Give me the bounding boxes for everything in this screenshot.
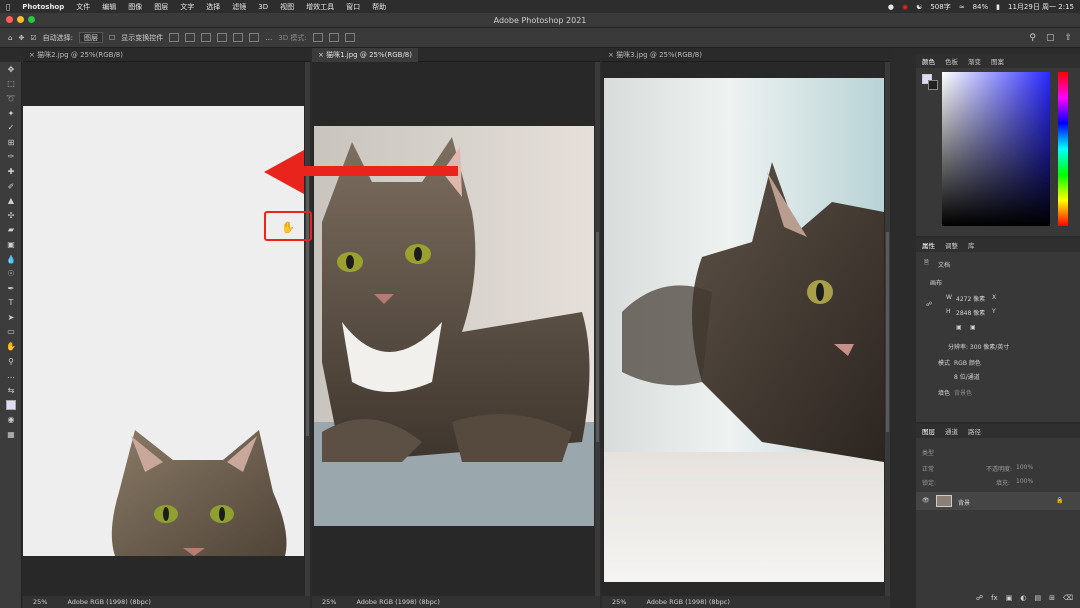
tab-swatches[interactable]: 色板 — [945, 56, 958, 66]
tab-color[interactable]: 颜色 — [922, 56, 935, 66]
link-layers-icon[interactable]: ☍ — [976, 594, 983, 602]
width-label: W — [946, 294, 952, 301]
fill-field[interactable]: 100% — [1016, 478, 1033, 485]
x-label: X — [992, 294, 997, 301]
doc-label: 文档 — [938, 262, 951, 269]
portrait-icon[interactable]: ▣ — [956, 324, 962, 331]
lock-label: 锁定: — [922, 480, 937, 487]
fill-label: 填充: — [996, 480, 1011, 487]
background-swatch[interactable] — [928, 80, 938, 90]
tab-libraries[interactable]: 库 — [968, 240, 975, 250]
eye-icon[interactable]: 👁 — [922, 497, 930, 504]
landscape-icon[interactable]: ▣ — [970, 324, 976, 331]
layer-filter-dropdown[interactable]: 类型 — [922, 448, 934, 457]
layers-panel: 图层 通道 路径 类型 正常 不透明度: 100% 锁定: 填充: 100% 👁… — [916, 424, 1080, 608]
resolution-text: 分辨率: 300 像素/英寸 — [948, 344, 1010, 351]
layer-row[interactable]: 👁 背景 🔒 — [916, 492, 1080, 510]
tab-adjustments[interactable]: 调整 — [945, 240, 958, 250]
canvas-label: 画布 — [930, 280, 943, 287]
tab-channels[interactable]: 通道 — [945, 426, 958, 436]
tab-paths[interactable]: 路径 — [968, 426, 981, 436]
properties-panel: 属性 调整 库 🗎 文档 画布 W 4272 像素 X H 2848 像素 Y … — [916, 238, 1080, 422]
drag-direction-arrow — [264, 150, 458, 194]
lock-icon[interactable]: 🔒 — [1056, 497, 1063, 504]
link-icon[interactable]: ☍ — [926, 301, 932, 308]
tab-properties[interactable]: 属性 — [922, 240, 935, 250]
adjustment-icon[interactable]: ◐ — [1020, 594, 1026, 602]
height-label: H — [946, 308, 951, 315]
blend-mode-dropdown[interactable]: 正常 — [922, 464, 934, 473]
fill-label: 填色 — [938, 390, 951, 397]
height-field[interactable]: 2848 像素 — [956, 308, 985, 317]
bit-depth-dropdown[interactable]: 8 位/通道 — [954, 372, 980, 381]
tab-layers[interactable]: 图层 — [922, 426, 935, 436]
hand-cursor-icon: ✋ — [281, 221, 295, 234]
color-field[interactable] — [942, 72, 1050, 226]
document-icon: 🗎 — [924, 259, 929, 266]
trash-icon[interactable]: ⌫ — [1063, 594, 1073, 602]
y-label: Y — [992, 308, 996, 315]
mode-label: 模式 — [938, 360, 951, 367]
layer-thumbnail — [936, 495, 952, 507]
folder-icon[interactable]: ▤ — [1034, 594, 1041, 602]
mode-dropdown[interactable]: RGB 颜色 — [954, 358, 981, 367]
width-field[interactable]: 4272 像素 — [956, 294, 985, 303]
layer-actions: ☍ fx ▣ ◐ ▤ ⊞ ⌫ — [976, 594, 1073, 602]
opacity-label: 不透明度: — [986, 466, 1013, 473]
tab-patterns[interactable]: 图案 — [991, 56, 1004, 66]
hue-slider[interactable] — [1058, 72, 1068, 226]
mask-icon[interactable]: ▣ — [1006, 594, 1013, 602]
fill-dropdown[interactable]: 背景色 — [954, 388, 972, 397]
layer-name: 背景 — [958, 500, 971, 507]
fx-icon[interactable]: fx — [991, 594, 998, 602]
tab-gradients[interactable]: 渐变 — [968, 56, 981, 66]
opacity-field[interactable]: 100% — [1016, 464, 1033, 471]
new-layer-icon[interactable]: ⊞ — [1049, 594, 1055, 602]
color-panel: 颜色 色板 渐变 图案 — [916, 54, 1080, 236]
